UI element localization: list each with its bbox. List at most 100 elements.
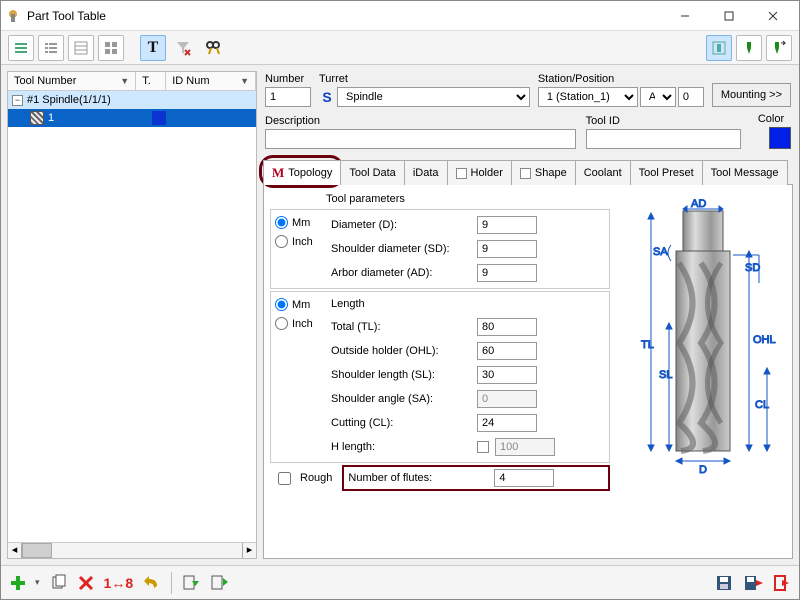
rough-label: Rough [300,472,332,484]
toolid-input[interactable] [586,129,741,149]
add-button[interactable] [9,574,27,592]
sort-icon: ▼ [120,76,129,86]
collapse-icon[interactable]: − [12,95,23,106]
diag-ohl-label: OHL [753,334,776,346]
shape-checkbox[interactable] [520,168,531,179]
copy-button[interactable] [50,574,68,592]
tab-idata[interactable]: iData [404,160,448,185]
flutes-label: Number of flutes: [348,472,488,484]
diameter-group: Mm Inch Diameter (D): Shoulder diameter … [270,209,610,289]
ohl-label: Outside holder (OHL): [331,345,471,357]
arbor-dia-label: Arbor diameter (AD): [331,267,471,279]
filter-clear-button[interactable] [170,35,196,61]
turret-label: Turret [319,73,530,85]
scroll-right-icon[interactable]: ▸ [242,543,256,558]
tab-tooldata[interactable]: Tool Data [340,160,404,185]
add-dropdown-icon[interactable]: ▾ [35,577,40,588]
mm-radio-1[interactable]: Mm [275,216,323,229]
topology-panel: Tool parameters Mm Inch Diameter (D): Sh… [263,185,793,559]
station-select[interactable]: 1 (Station_1) [538,87,638,107]
export-button[interactable] [210,574,228,592]
diameter-input[interactable] [477,216,537,234]
shoulder-dia-input[interactable] [477,240,537,258]
scroll-thumb[interactable] [22,543,52,558]
diag-sa-label: SA [653,246,668,258]
station-letter-select[interactable]: A [640,87,676,107]
tree-tool-row[interactable]: 1 [8,109,256,127]
list-view-4-button[interactable] [98,35,124,61]
station-offset-input[interactable] [678,87,704,107]
diag-sl-label: SL [659,369,672,381]
cl-input[interactable] [477,414,537,432]
diag-sd-label: SD [745,262,760,274]
text-tool-button[interactable]: T [140,35,166,61]
list-view-2-button[interactable] [38,35,64,61]
scroll-left-icon[interactable]: ◂ [8,543,22,558]
holder-checkbox[interactable] [456,168,467,179]
col-t-label: T. [142,75,151,87]
tab-tooldata-label: Tool Data [349,167,395,179]
tool-view-1-button[interactable] [706,35,732,61]
tab-holder[interactable]: Holder [447,160,512,185]
tab-coolant[interactable]: Coolant [575,160,631,185]
mm-label-2: Mm [292,299,310,311]
import-button[interactable] [182,574,200,592]
hlen-label: H length: [331,441,471,453]
undo-button[interactable] [143,576,161,590]
toolid-label: Tool ID [586,115,741,127]
tree-spindle-row[interactable]: − #1 Spindle(1/1/1) [8,91,256,109]
color-swatch-button[interactable] [769,127,791,149]
tab-holder-label: Holder [471,167,503,179]
tool-form-panel: Number Turret S Spindle Station/Position… [263,71,793,559]
mounting-button[interactable]: Mounting >> [712,83,791,107]
maximize-button[interactable] [707,2,751,30]
col-id-num-label: ID Num [172,75,209,87]
number-label: Number [265,73,311,85]
inch-radio-1[interactable]: Inch [275,235,323,248]
turret-select[interactable]: Spindle [337,87,530,107]
form-second-row: Description Tool ID Color [263,113,793,155]
col-tool-number[interactable]: Tool Number ▼ [8,72,136,90]
hlen-checkbox[interactable] [477,441,489,453]
inch-radio-2[interactable]: Inch [275,317,323,330]
col-id-num[interactable]: ID Num▼ [166,72,256,90]
ohl-input[interactable] [477,342,537,360]
mm-label: Mm [292,217,310,229]
delete-button[interactable] [78,575,94,591]
sl-label: Shoulder length (SL): [331,369,471,381]
renumber-button[interactable]: 1↔8 [104,575,134,591]
tool-tree[interactable]: − #1 Spindle(1/1/1) 1 [8,91,256,542]
mm-radio-2[interactable]: Mm [275,298,323,311]
inch-label: Inch [292,236,313,248]
sl-input[interactable] [477,366,537,384]
exit-button[interactable] [773,574,791,592]
rough-checkbox[interactable] [278,472,291,485]
description-input[interactable] [265,129,576,149]
col-t[interactable]: T. [136,72,166,90]
flutes-input[interactable] [494,469,554,487]
number-input[interactable] [265,87,311,107]
tool-view-2-button[interactable] [736,35,762,61]
length-group: Mm Inch Length Total (TL): Outside holde… [270,291,610,463]
color-field: Color [751,113,791,149]
sa-label: Shoulder angle (SA): [331,393,471,405]
list-view-3-button[interactable] [68,35,94,61]
number-field: Number [265,73,311,107]
col-tool-number-label: Tool Number [14,75,76,87]
minimize-button[interactable] [663,2,707,30]
tree-hscrollbar[interactable]: ◂ ▸ [8,542,256,558]
tab-topology[interactable]: MTopology [263,160,341,185]
tab-toolmessage[interactable]: Tool Message [702,160,788,185]
save-button[interactable] [715,574,733,592]
footer-toolbar: ▾ 1↔8 [1,565,799,599]
apply-button[interactable] [743,574,763,592]
arbor-dia-input[interactable] [477,264,537,282]
find-button[interactable] [200,35,226,61]
tool-view-3-button[interactable] [766,35,792,61]
turret-s-icon: S [319,89,335,105]
tab-toolpreset[interactable]: Tool Preset [630,160,703,185]
close-button[interactable] [751,2,795,30]
list-view-1-button[interactable] [8,35,34,61]
total-input[interactable] [477,318,537,336]
tab-shape[interactable]: Shape [511,160,576,185]
